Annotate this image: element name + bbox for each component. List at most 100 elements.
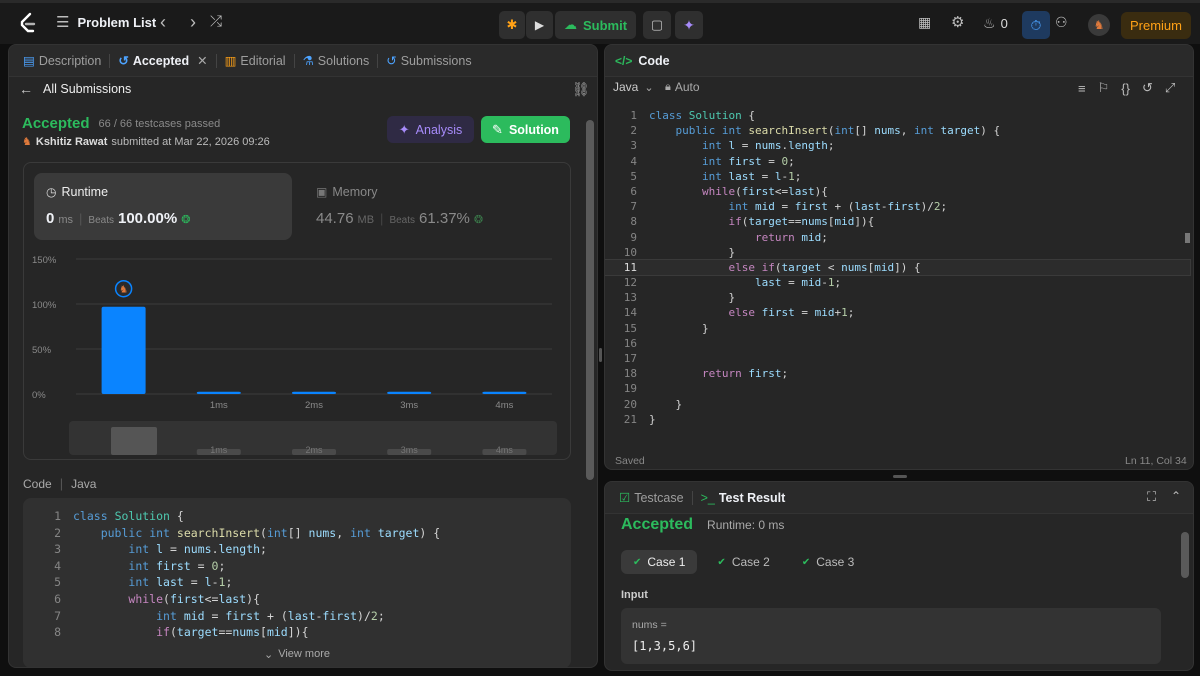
input-var-value[interactable]: [1,3,5,6] xyxy=(632,639,697,653)
view-more-label: View more xyxy=(278,648,330,660)
tab-accepted[interactable]: ↺ Accepted ✕ xyxy=(114,53,211,69)
editor-scrollbar[interactable] xyxy=(1185,233,1190,243)
left-scrollbar[interactable] xyxy=(586,120,594,480)
problem-list-label: Problem List xyxy=(77,14,157,30)
tab-submissions-label: Submissions xyxy=(400,53,472,68)
language-select[interactable]: Java ⌄ xyxy=(613,80,654,94)
leetcode-logo-icon[interactable] xyxy=(17,12,37,34)
code-line: 20 } xyxy=(605,397,1190,412)
line-number: 2 xyxy=(54,525,61,540)
add-user-icon[interactable]: ⚇ xyxy=(1055,14,1068,31)
next-problem-icon[interactable]: › xyxy=(190,12,196,33)
code-text: } xyxy=(649,412,656,426)
solution-button[interactable]: ✎ Solution xyxy=(481,116,570,143)
line-number: 2 xyxy=(630,124,637,138)
editor-code-lines[interactable]: 1 class Solution {2 public int searchInse… xyxy=(605,108,1191,427)
notes-button[interactable]: ▢ xyxy=(643,11,671,39)
tab-testcase[interactable]: ☑ Testcase xyxy=(615,490,688,506)
editor-toolbar: ≡ ⚐ {} ↺ ⤢ xyxy=(1078,80,1175,96)
problem-list-button[interactable]: ☰ Problem List xyxy=(56,13,156,31)
author-row: ♞ Kshitiz Rawat submitted at Mar 22, 202… xyxy=(22,135,270,149)
code-label: Code xyxy=(23,476,52,491)
tab-solutions[interactable]: ⚗ Solutions xyxy=(299,53,374,69)
premium-button[interactable]: Premium xyxy=(1121,12,1191,39)
result-scrollbar[interactable] xyxy=(1181,532,1189,578)
ai-button[interactable]: ✦ xyxy=(675,11,703,39)
braces-icon[interactable]: {} xyxy=(1121,81,1130,96)
gear-icon[interactable]: ⚙ xyxy=(951,13,964,31)
code-text: return mid; xyxy=(754,230,828,244)
tab-solutions-label: Solutions xyxy=(317,53,370,68)
tab-editorial[interactable]: ▥ Editorial xyxy=(221,53,290,69)
code-text: int l = nums.length; xyxy=(701,139,835,153)
bookmark-icon[interactable]: ⚐ xyxy=(1098,80,1110,96)
submit-label: Submit xyxy=(582,17,628,33)
link-icon[interactable]: ⛓ xyxy=(572,81,590,98)
runtime-card[interactable]: ◷ Runtime 0 ms | Beats 100.00% ❂ xyxy=(34,173,292,240)
prev-problem-icon[interactable]: ‹ xyxy=(160,12,166,33)
input-box: nums = [1,3,5,6] xyxy=(621,608,1161,664)
line-number: 5 xyxy=(54,575,61,590)
streak-counter[interactable]: ♨ 0 xyxy=(983,15,1008,32)
timer-button[interactable]: ⏱ xyxy=(1022,11,1050,39)
analysis-button[interactable]: ✦ Analysis xyxy=(387,116,474,143)
history-icon: ↺ xyxy=(118,54,129,68)
tab-submissions[interactable]: ↺ Submissions xyxy=(382,53,475,69)
tab-case-2[interactable]: ✔ Case 2 xyxy=(705,550,781,574)
chevron-down-icon: ⌄ xyxy=(644,81,654,94)
line-number: 3 xyxy=(54,542,61,557)
tab-test-result-label: Test Result xyxy=(718,490,786,505)
view-more-button[interactable]: ⌄ View more xyxy=(23,640,571,667)
code-line: 5 int last = l-1; xyxy=(23,574,440,591)
input-label: Input xyxy=(621,589,648,601)
tab-case-3[interactable]: ✔ Case 3 xyxy=(790,550,866,574)
y-tick-label: 150% xyxy=(32,255,57,266)
format-icon[interactable]: ≡ xyxy=(1078,81,1086,96)
close-icon[interactable]: ✕ xyxy=(197,53,207,68)
performance-card: ◷ Runtime 0 ms | Beats 100.00% ❂ ▣ Memor… xyxy=(23,162,571,460)
line-number: 5 xyxy=(630,169,637,183)
case-2-label: Case 2 xyxy=(731,555,770,569)
tab-description[interactable]: ▤ Description xyxy=(19,53,105,69)
memory-card[interactable]: ▣ Memory 44.76 MB | Beats 61.37% ❂ xyxy=(304,173,562,240)
auto-mode-toggle[interactable]: 🔒︎ Auto xyxy=(665,80,700,94)
code-header: Code | Java xyxy=(23,476,97,491)
vertical-resize-handle[interactable] xyxy=(599,348,602,362)
shuffle-icon[interactable]: ⤮ xyxy=(210,13,222,30)
list-icon: ☰ xyxy=(56,14,70,31)
lock-icon: 🔒︎ xyxy=(665,80,671,93)
fullscreen-icon[interactable]: ⛶ xyxy=(1147,489,1156,505)
code-line: 6 while(first<=last){ xyxy=(605,184,1190,199)
result-status: Accepted xyxy=(621,516,694,533)
avatar-icon: ♞ xyxy=(1093,18,1105,32)
line-number: 6 xyxy=(630,184,637,198)
code-line: 5 int last = l-1; xyxy=(605,169,1190,184)
avatar[interactable]: ♞ xyxy=(1088,14,1110,36)
collapse-icon[interactable]: ⌃ xyxy=(1171,489,1181,503)
line-number: 19 xyxy=(623,382,637,396)
submit-button[interactable]: ☁ Submit xyxy=(555,11,636,39)
language-value: Java xyxy=(613,80,639,94)
test-result-panel: ☑ Testcase >_ Test Result ⛶ ⌃ Accepted Run… xyxy=(604,481,1194,671)
debug-button[interactable]: ✱ xyxy=(499,11,525,39)
range-selector-handle xyxy=(111,427,157,455)
run-button[interactable]: ▶ xyxy=(526,11,553,39)
sparkle-icon: ✦ xyxy=(398,121,410,137)
author-name[interactable]: Kshitiz Rawat xyxy=(36,136,108,148)
all-submissions-link[interactable]: ← All Submissions xyxy=(19,81,131,97)
line-number: 8 xyxy=(54,625,61,640)
code-text: class Solution { xyxy=(649,109,755,122)
editor-tab-bar: </> Code xyxy=(605,45,1193,77)
case-3-label: Case 3 xyxy=(816,555,855,569)
tab-test-result[interactable]: >_ Test Result xyxy=(697,491,790,505)
layout-icon[interactable]: ▦ xyxy=(918,14,931,31)
tab-case-1[interactable]: ✔ Case 1 xyxy=(621,550,698,574)
line-number: 18 xyxy=(623,367,637,381)
line-number: 14 xyxy=(623,306,637,320)
horizontal-resize-handle[interactable] xyxy=(893,475,907,478)
line-number: 9 xyxy=(630,230,637,244)
reset-icon[interactable]: ↺ xyxy=(1142,80,1153,96)
submission-time: submitted at Mar 22, 2026 09:26 xyxy=(111,135,270,148)
expand-icon[interactable]: ⤢ xyxy=(1165,80,1175,96)
code-editor-panel: </> Code Java ⌄ 🔒︎ Auto ≡ ⚐ {} ↺ ⤢ 1 clas… xyxy=(604,44,1194,470)
